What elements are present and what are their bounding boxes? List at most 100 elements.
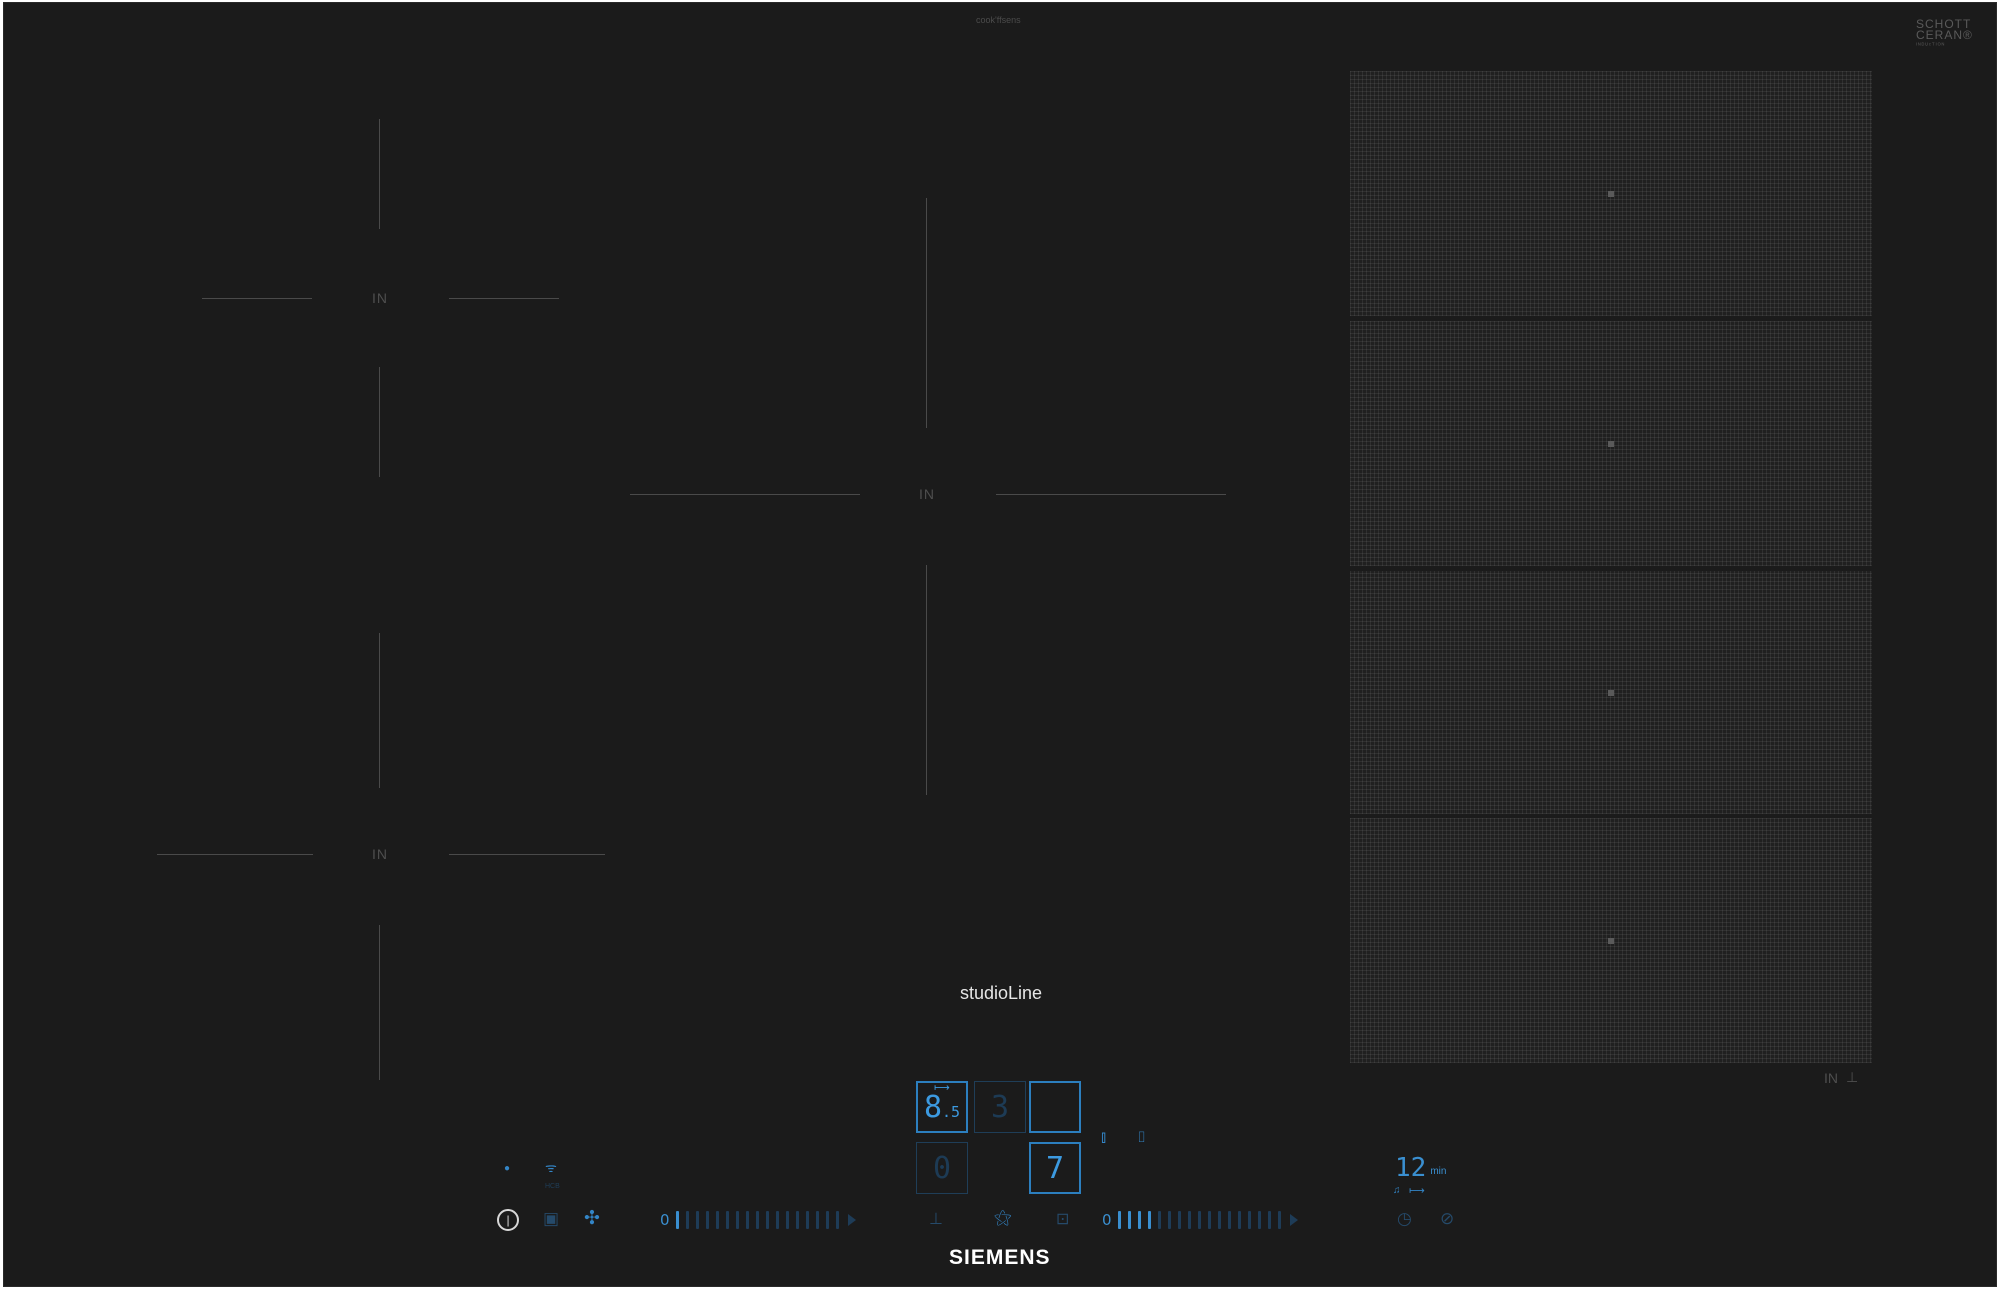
logo-line-3: ᴵᴺᴰᵁᶜᵀᴵᴼᴺ [1916, 43, 1946, 49]
slider-tick[interactable] [745, 1211, 749, 1229]
zone-mark [379, 925, 380, 1080]
slider-tick[interactable] [1177, 1211, 1181, 1229]
zone-mark [926, 198, 927, 428]
zone-mark [202, 298, 312, 299]
zone-mark [630, 494, 860, 495]
flex-zone-panel-4[interactable] [1350, 818, 1872, 1063]
display-zone-4[interactable]: 0 [916, 1142, 968, 1194]
display-zone-1[interactable]: ⟼ 8.5 [916, 1081, 968, 1133]
zone-mark [379, 633, 380, 788]
slider-tick[interactable] [675, 1211, 679, 1229]
panel-center-dot [1608, 689, 1614, 696]
lock-icon[interactable]: ⊡ [1056, 1209, 1069, 1229]
slider-tick[interactable] [1147, 1211, 1151, 1229]
boost-icon[interactable]: ⫾ [1101, 1129, 1106, 1147]
flex-zone-label: IN [1824, 1069, 1838, 1086]
duration-arrow-icon: ⟼ [1409, 1185, 1425, 1197]
slider-tick[interactable] [1117, 1211, 1121, 1229]
flex-zone-panel-2[interactable] [1350, 321, 1872, 566]
display-zone-5[interactable]: 7 [1029, 1142, 1081, 1194]
zone-mark [157, 854, 313, 855]
slider-tick[interactable] [775, 1211, 779, 1229]
top-center-text: cook'ffsens [976, 15, 1021, 25]
zone-label: IN [372, 290, 388, 306]
wifi-icon[interactable]: ᯤ [545, 1158, 557, 1176]
slider-tick[interactable] [1247, 1211, 1251, 1229]
logo-line-2: CERAN® [1916, 28, 1973, 42]
pan-detect-icon[interactable]: ⊥ [929, 1209, 943, 1229]
flex-zone-footer: IN ⊥ [1824, 1069, 1858, 1086]
home-connect-icon[interactable]: ▣ [543, 1209, 559, 1229]
pan-icon: ⊥ [1846, 1069, 1859, 1085]
slider-tick[interactable] [1167, 1211, 1171, 1229]
slider-tick[interactable] [735, 1211, 739, 1229]
stopwatch-icon[interactable]: ⊘ [1440, 1209, 1454, 1229]
slider-tick[interactable] [705, 1211, 709, 1229]
display-zone-3[interactable] [1029, 1081, 1081, 1133]
flex-zone-panel-1[interactable] [1350, 71, 1872, 316]
hood-icon[interactable]: ⚝ [994, 1207, 1012, 1228]
slider-tick[interactable] [1207, 1211, 1211, 1229]
slider-tick[interactable] [1257, 1211, 1261, 1229]
zone-label: IN [372, 846, 388, 862]
slider-zero-label: 0 [1102, 1211, 1112, 1229]
zone-label: IN [919, 486, 935, 502]
wifi-caption: HCB [545, 1183, 560, 1190]
zone-mark [926, 565, 927, 795]
slider-tick[interactable] [715, 1211, 719, 1229]
schott-ceran-logo: SCHOTT CERAN® ᴵᴺᴰᵁᶜᵀᴵᴼᴺ [1916, 18, 1973, 52]
slider-tick[interactable] [725, 1211, 729, 1229]
brand-logo: SIEMENS [949, 1246, 1051, 1269]
fan-icon[interactable]: ✣ [584, 1207, 600, 1230]
slider-tick[interactable] [685, 1211, 689, 1229]
slider-tick[interactable] [755, 1211, 759, 1229]
size-arrow-icon: ⟼ [934, 1081, 950, 1094]
display-zone-2[interactable]: 3 [974, 1081, 1026, 1133]
display-value: 0 [932, 1150, 952, 1186]
slider-tick[interactable] [1157, 1211, 1161, 1229]
flex-zone-panel-3[interactable] [1350, 571, 1872, 814]
slider-tick[interactable] [785, 1211, 789, 1229]
slider-tick[interactable] [815, 1211, 819, 1229]
slider-tick[interactable] [1267, 1211, 1271, 1229]
display-decimal: .5 [942, 1103, 961, 1121]
frame-icon[interactable]: ⌷ [1137, 1129, 1146, 1146]
slider-tick[interactable] [1227, 1211, 1231, 1229]
slider-tick[interactable] [825, 1211, 829, 1229]
power-icon[interactable]: | [497, 1209, 519, 1231]
slider-tick[interactable] [1237, 1211, 1241, 1229]
display-value: 8 [923, 1089, 942, 1125]
power-slider-right[interactable]: 0 [1102, 1209, 1298, 1231]
zone-mark [379, 119, 380, 229]
slider-tick[interactable] [805, 1211, 809, 1229]
timer-value: 12 [1395, 1153, 1427, 1183]
slider-boost-arrow-icon[interactable] [847, 1214, 856, 1226]
bell-icon: ♫ [1393, 1185, 1401, 1196]
slider-tick[interactable] [765, 1211, 769, 1229]
zone-mark [449, 854, 605, 855]
display-value: 7 [1045, 1150, 1065, 1186]
timer-icon[interactable]: ◷ [1397, 1209, 1412, 1229]
slider-tick[interactable] [1187, 1211, 1191, 1229]
slider-tick[interactable] [795, 1211, 799, 1229]
panel-center-dot [1608, 937, 1614, 944]
display-value: 3 [990, 1089, 1010, 1125]
zone-mark [996, 494, 1226, 495]
zone-mark [379, 367, 380, 477]
timer-unit: min [1430, 1166, 1447, 1177]
power-slider-left[interactable]: 0 [660, 1209, 856, 1231]
cooktop-surface: cook'ffsens SCHOTT CERAN® ᴵᴺᴰᵁᶜᵀᴵᴼᴺ IN I… [3, 2, 1997, 1287]
slider-tick[interactable] [1277, 1211, 1281, 1229]
slider-tick[interactable] [695, 1211, 699, 1229]
panel-center-dot [1608, 190, 1614, 197]
slider-tick[interactable] [1217, 1211, 1221, 1229]
slider-tick[interactable] [1127, 1211, 1131, 1229]
slider-tick[interactable] [1137, 1211, 1141, 1229]
slider-boost-arrow-icon[interactable] [1289, 1214, 1298, 1226]
zone-mark [449, 298, 559, 299]
slider-tick[interactable] [1197, 1211, 1201, 1229]
slider-tick[interactable] [835, 1211, 839, 1229]
slider-zero-label: 0 [660, 1211, 670, 1229]
model-text: studioLine [960, 983, 1043, 1003]
timer-display: 12 min [1395, 1155, 1446, 1181]
